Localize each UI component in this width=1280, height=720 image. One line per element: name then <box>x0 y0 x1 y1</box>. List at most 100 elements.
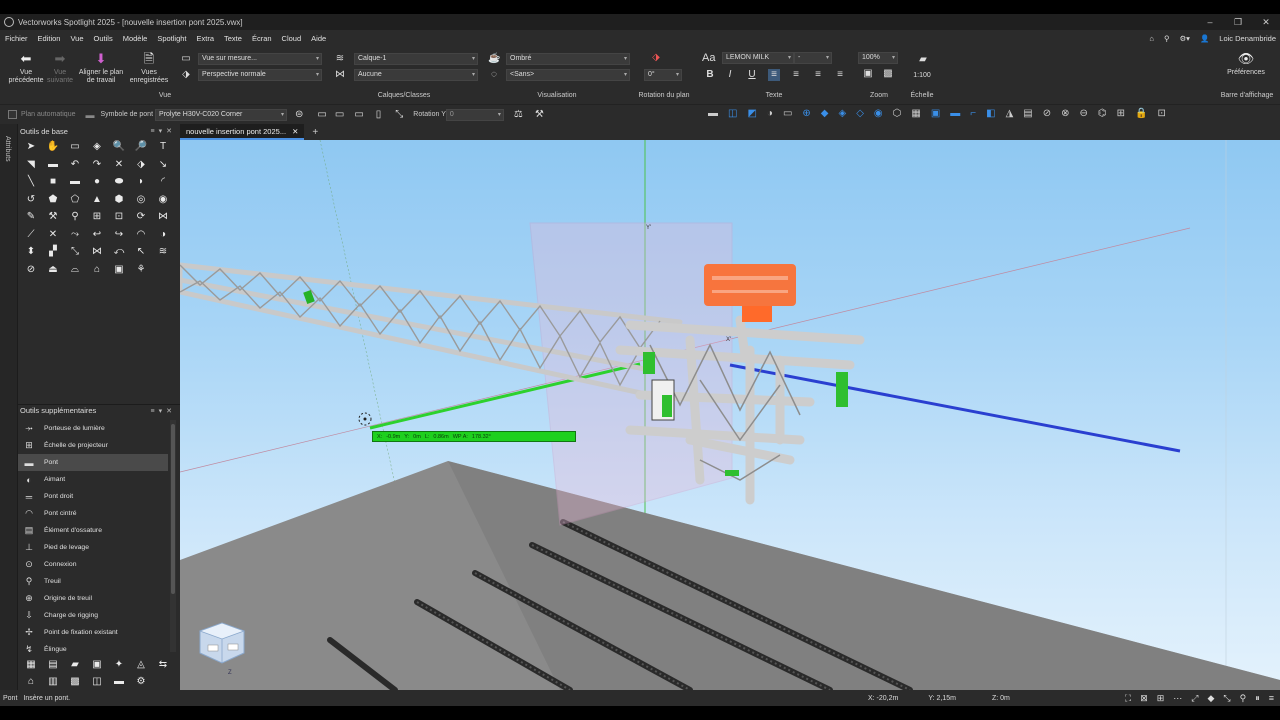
line-icon[interactable]: ↘ <box>152 156 174 174</box>
coord-y-value[interactable]: 0m <box>413 434 421 440</box>
tool-item[interactable]: ⊙ Connexion <box>18 556 168 573</box>
auto-plane-checkbox[interactable] <box>8 110 17 119</box>
status-icon-10[interactable]: ≡ <box>1269 693 1274 703</box>
tool-item[interactable]: ⊥ Pied de levage <box>18 539 168 556</box>
rotation-y-field[interactable]: 0 <box>445 108 504 121</box>
snap7-icon[interactable]: ◆ <box>821 108 829 119</box>
zoom-out-icon[interactable]: 🔎 <box>130 138 152 156</box>
menu-aide[interactable]: Aide <box>306 34 331 43</box>
new-tab-button[interactable]: + <box>312 127 318 138</box>
plane-mode-icon[interactable]: ▬ <box>85 110 94 120</box>
align-icon[interactable]: ⋈ <box>86 243 108 261</box>
status-icon-3[interactable]: ⊞ <box>1157 693 1165 704</box>
menu-edition[interactable]: Edition <box>33 34 66 43</box>
snap11-icon[interactable]: ⬡ <box>893 108 902 119</box>
coord-wpa-value[interactable]: 178.32° <box>472 434 491 440</box>
snap4-icon[interactable]: ◑ <box>767 108 773 119</box>
reshape-icon[interactable]: ◑ <box>152 226 174 244</box>
data-bar[interactable]: X: -0.9m Y: 0m L: 0.86m WP A: 178.32° <box>372 431 576 442</box>
snap2-icon[interactable]: ◫ <box>728 108 737 119</box>
sheet-icon[interactable]: ▣ <box>108 261 130 279</box>
tool-item[interactable]: ⚲ Treuil <box>18 573 168 590</box>
spiral-icon[interactable]: ◎ <box>130 191 152 209</box>
reference-icon[interactable]: ▞ <box>42 243 64 261</box>
tool-item[interactable]: ⊞ Échelle de projecteur <box>18 437 168 454</box>
tool-set-icon[interactable]: ⇆ <box>152 656 174 673</box>
tool-set-icon[interactable]: ◫ <box>86 673 108 690</box>
clip-icon[interactable]: ⟋ <box>20 226 42 244</box>
search-icon[interactable]: ⚲ <box>1164 34 1170 43</box>
3d-viewport[interactable]: Y' X' Z X: -0.9m Y: 0m L: 0.86m WP A: 17… <box>180 140 1280 690</box>
attributes-strip[interactable]: Attributs <box>0 124 18 690</box>
menu-outils[interactable]: Outils <box>89 34 118 43</box>
symbol-dropdown[interactable]: Prolyte H30V-C020 Corner <box>155 108 288 121</box>
polygon-icon[interactable]: ⬠ <box>64 191 86 209</box>
minimize-button[interactable]: – <box>1196 14 1224 30</box>
next-view-button[interactable]: ➡ Vue suivante <box>44 52 76 84</box>
split-icon[interactable]: ⋈ <box>152 208 174 226</box>
projection-dropdown[interactable]: Perspective normale <box>198 69 322 81</box>
locus-icon[interactable]: ✕ <box>108 156 130 174</box>
close-button[interactable]: ✕ <box>1252 14 1280 30</box>
arc-icon[interactable]: ◗ <box>130 173 152 191</box>
oval-icon[interactable]: ⬬ <box>108 173 130 191</box>
move-icon[interactable]: ⟳ <box>130 208 152 226</box>
tool-item[interactable]: ⤞ Porteuse de lumière <box>18 420 168 437</box>
tool-item[interactable]: ◐ Aimant <box>18 471 168 488</box>
menu-ecran[interactable]: Écran <box>247 34 277 43</box>
tool-item[interactable]: ⊕ Origine de treuil <box>18 590 168 607</box>
snap23-icon[interactable]: ⊞ <box>1117 108 1125 119</box>
menu-fichier[interactable]: Fichier <box>0 34 33 43</box>
double-line-icon[interactable]: ╲ <box>20 173 42 191</box>
snap12-icon[interactable]: ▦ <box>911 108 920 119</box>
snap18-icon[interactable]: ▤ <box>1023 108 1032 119</box>
tool-set-icon[interactable]: ▤ <box>42 656 64 673</box>
saved-views-button[interactable]: 🗎 Vues enregistrées <box>126 52 172 84</box>
font-dropdown[interactable]: LEMON MILK <box>722 52 794 64</box>
status-icon-9[interactable]: ⏸ <box>1255 693 1260 704</box>
pref2-icon[interactable]: ⚒ <box>535 109 544 120</box>
align-workplane-button[interactable]: ⬇ Aligner le plan de travail <box>78 52 124 84</box>
tools-scrollbar[interactable] <box>170 420 176 652</box>
arc-dim-icon[interactable]: ↶ <box>64 156 86 174</box>
tool-item[interactable]: ⇩ Charge de rigging <box>18 607 168 624</box>
view-dropdown[interactable]: Vue sur mesure... <box>198 53 322 65</box>
mode4-icon[interactable]: ▯ <box>376 109 382 120</box>
tool-set-icon[interactable]: ▣ <box>86 656 108 673</box>
tool-set-icon[interactable]: ▰ <box>64 656 86 673</box>
freehand-icon[interactable]: ↺ <box>20 191 42 209</box>
symbol-browser-icon[interactable]: ⊜ <box>295 109 303 120</box>
rotate-3d-icon[interactable]: ⤺ <box>108 243 130 261</box>
snap13-icon[interactable]: ▣ <box>931 108 940 119</box>
pref1-icon[interactable]: ⚖ <box>514 109 523 120</box>
status-icon-6[interactable]: ◆ <box>1208 693 1215 704</box>
align-center-icon[interactable]: ≡ <box>790 69 802 81</box>
class-dropdown[interactable]: Aucune <box>354 69 478 81</box>
zoom-fit-icon[interactable]: ▣ <box>862 68 874 80</box>
status-icon-7[interactable]: ⤡ <box>1223 693 1230 704</box>
user-name[interactable]: Loic Denambride <box>1219 34 1276 43</box>
snap24-icon[interactable]: 🔒 <box>1135 108 1147 119</box>
mode5-icon[interactable]: ⤡ <box>395 109 403 120</box>
offset-icon[interactable]: ◠ <box>130 226 152 244</box>
callout-icon[interactable]: ◥ <box>20 156 42 174</box>
polyline-icon[interactable]: ⬟ <box>42 191 64 209</box>
tool-set-icon[interactable]: ▬ <box>108 673 130 690</box>
rotate-icon[interactable]: ⊡ <box>108 208 130 226</box>
mode1-icon[interactable]: ▭ <box>317 109 326 120</box>
snap6-icon[interactable]: ⊕ <box>802 108 810 119</box>
tool-set-icon[interactable]: ▦ <box>20 656 42 673</box>
underline-icon[interactable]: U <box>746 69 758 81</box>
layer-dropdown[interactable]: Calque-1 <box>354 53 478 65</box>
menu-spotlight[interactable]: Spotlight <box>152 34 191 43</box>
snap5-icon[interactable]: ▭ <box>783 108 792 119</box>
tool-set-icon[interactable]: ▥ <box>42 673 64 690</box>
snap14-icon[interactable]: ▬ <box>950 108 960 119</box>
wave-icon[interactable]: ≋ <box>152 243 174 261</box>
menu-texte[interactable]: Texte <box>219 34 247 43</box>
mode2-icon[interactable]: ▭ <box>335 109 344 120</box>
snap21-icon[interactable]: ⊖ <box>1080 108 1088 119</box>
viewport-icon[interactable]: ⌓ <box>64 261 86 279</box>
gear-icon[interactable]: ⚙▾ <box>1179 34 1190 43</box>
previous-view-button[interactable]: ⬅ Vue précédente <box>6 52 46 84</box>
